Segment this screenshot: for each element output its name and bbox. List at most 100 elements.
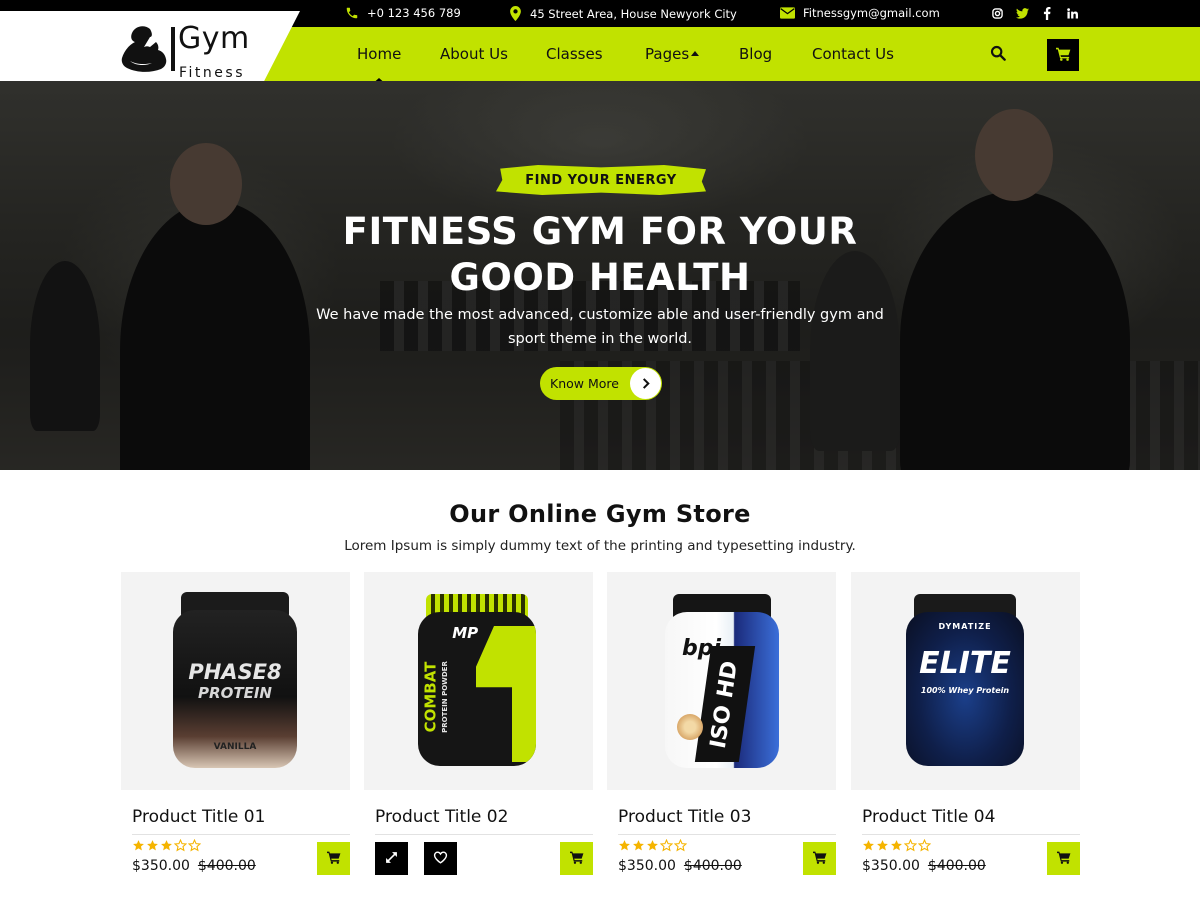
email-text: Fitnessgym@gmail.com <box>803 6 940 20</box>
hero-badge: FIND YOUR ENERGY <box>496 165 706 195</box>
know-more-button[interactable]: Know More <box>540 367 662 400</box>
star-empty-icon <box>660 839 673 852</box>
cart-icon <box>569 849 584 868</box>
product-image-2[interactable]: MP COMBAT PROTEIN POWDER <box>364 572 593 790</box>
hero-banner: FIND YOUR ENERGY FITNESS GYM FOR YOUR GO… <box>0 81 1200 470</box>
quick-view-button[interactable] <box>375 842 408 875</box>
nav-pages-label: Pages <box>645 45 690 63</box>
logo-subtitle: Fitness <box>179 65 245 81</box>
twitter-icon[interactable] <box>1015 6 1029 20</box>
tub-body: bpi ISO HD <box>665 612 779 768</box>
facebook-icon[interactable] <box>1040 6 1054 20</box>
divider <box>618 834 836 835</box>
cart-icon <box>812 849 827 868</box>
nav-blog[interactable]: Blog <box>739 45 772 63</box>
search-icon[interactable] <box>990 45 1008 63</box>
product-brand-sub-4: 100% Whey Protein <box>920 686 1010 695</box>
star-filled-icon <box>161 840 172 851</box>
product-tub-4: DYMATIZE ELITE 100% Whey Protein <box>906 594 1024 766</box>
star-filled-icon <box>133 840 144 851</box>
add-to-cart-button-2[interactable] <box>560 842 593 875</box>
product-image-4[interactable]: DYMATIZE ELITE 100% Whey Protein <box>851 572 1080 790</box>
star-filled-icon <box>877 840 888 851</box>
star-filled-icon <box>863 840 874 851</box>
phone-info[interactable]: +0 123 456 789 <box>345 6 461 20</box>
product-brand-sub-2: PROTEIN POWDER <box>441 661 449 733</box>
star-filled-icon <box>619 840 630 851</box>
instagram-icon[interactable] <box>990 6 1004 20</box>
divider <box>132 834 350 835</box>
divider <box>375 834 593 835</box>
product-title-1[interactable]: Product Title 01 <box>132 807 265 827</box>
star-filled-icon <box>891 840 902 851</box>
nav-home[interactable]: Home <box>357 45 401 86</box>
header-cart-button[interactable] <box>1047 39 1079 71</box>
wishlist-button[interactable] <box>424 842 457 875</box>
star-filled-icon <box>147 840 158 851</box>
tub-body: PHASE8 PROTEIN VANILLA <box>173 610 297 768</box>
product-label-area-2: COMBAT <box>420 642 440 752</box>
cart-icon <box>326 849 341 868</box>
hero-title-line-2: GOOD HEALTH <box>449 256 751 299</box>
logo-title: Gym <box>178 21 250 56</box>
flexed-arm-icon <box>120 25 176 79</box>
nav-about-us[interactable]: About Us <box>440 45 508 63</box>
product-title-2[interactable]: Product Title 02 <box>375 807 508 827</box>
heart-icon <box>433 849 448 868</box>
product-brand-4: ELITE <box>919 646 1011 681</box>
hero-description-line-1: We have made the most advanced, customiz… <box>316 307 884 323</box>
nav-classes[interactable]: Classes <box>546 45 603 63</box>
product-brand-sub-1: PROTEIN <box>198 684 272 702</box>
rating-stars-4 <box>862 839 931 852</box>
star-filled-icon <box>633 840 644 851</box>
hero-title: FITNESS GYM FOR YOUR GOOD HEALTH <box>300 209 900 301</box>
cart-icon <box>1055 46 1071 65</box>
product-tub-1: PHASE8 PROTEIN VANILLA <box>173 592 297 768</box>
old-price: $400.00 <box>683 858 742 874</box>
cookie-graphic <box>677 714 703 740</box>
product-price-1: $350.00 $400.00 <box>132 858 256 874</box>
current-price: $350.00 <box>618 858 676 874</box>
star-filled-icon <box>647 840 658 851</box>
product-image-3[interactable]: bpi ISO HD <box>607 572 836 790</box>
linkedin-icon[interactable] <box>1065 6 1079 20</box>
product-card-2: MP COMBAT PROTEIN POWDER Product Title 0… <box>364 572 593 882</box>
product-card-1: PHASE8 PROTEIN VANILLA Product Title 01 … <box>121 572 350 882</box>
star-empty-icon <box>174 839 187 852</box>
add-to-cart-button-4[interactable] <box>1047 842 1080 875</box>
phone-text: +0 123 456 789 <box>367 6 461 20</box>
product-price-3: $350.00 $400.00 <box>618 858 742 874</box>
phone-icon <box>345 6 359 20</box>
divider <box>862 834 1080 835</box>
star-empty-icon <box>918 839 931 852</box>
product-title-3[interactable]: Product Title 03 <box>618 807 751 827</box>
product-graphic-2 <box>476 626 536 762</box>
product-label-sub-area-2: PROTEIN POWDER <box>438 642 452 752</box>
cart-icon <box>1056 849 1071 868</box>
product-title-4[interactable]: Product Title 04 <box>862 807 995 827</box>
add-to-cart-button-3[interactable] <box>803 842 836 875</box>
hero-description-line-2: sport theme in the world. <box>507 331 693 347</box>
rating-stars-1 <box>132 839 201 852</box>
expand-icon <box>385 849 398 868</box>
product-brand-1: PHASE8 <box>188 660 282 684</box>
location-pin-icon <box>509 6 522 21</box>
star-empty-icon <box>188 839 201 852</box>
product-tub-3: bpi ISO HD <box>665 594 779 768</box>
old-price: $400.00 <box>197 858 256 874</box>
tub-body: DYMATIZE ELITE 100% Whey Protein <box>906 612 1024 766</box>
nav-contact-us[interactable]: Contact Us <box>812 45 894 63</box>
email-info[interactable]: Fitnessgym@gmail.com <box>780 6 940 20</box>
nav-pages[interactable]: Pages <box>645 45 700 63</box>
product-card-3: bpi ISO HD Product Title 03 $350.00 $400… <box>607 572 836 882</box>
current-price: $350.00 <box>132 858 190 874</box>
product-image-1[interactable]: PHASE8 PROTEIN VANILLA <box>121 572 350 790</box>
product-brand-3: ISO HD <box>706 660 744 748</box>
address-info: 45 Street Area, House Newyork City <box>509 6 737 21</box>
rating-stars-3 <box>618 839 687 852</box>
hero-description: We have made the most advanced, customiz… <box>300 303 900 351</box>
product-label-area-3: ISO HD <box>694 646 756 762</box>
product-brand-2: COMBAT <box>421 661 440 733</box>
product-tub-2: MP COMBAT PROTEIN POWDER <box>418 594 536 766</box>
add-to-cart-button-1[interactable] <box>317 842 350 875</box>
